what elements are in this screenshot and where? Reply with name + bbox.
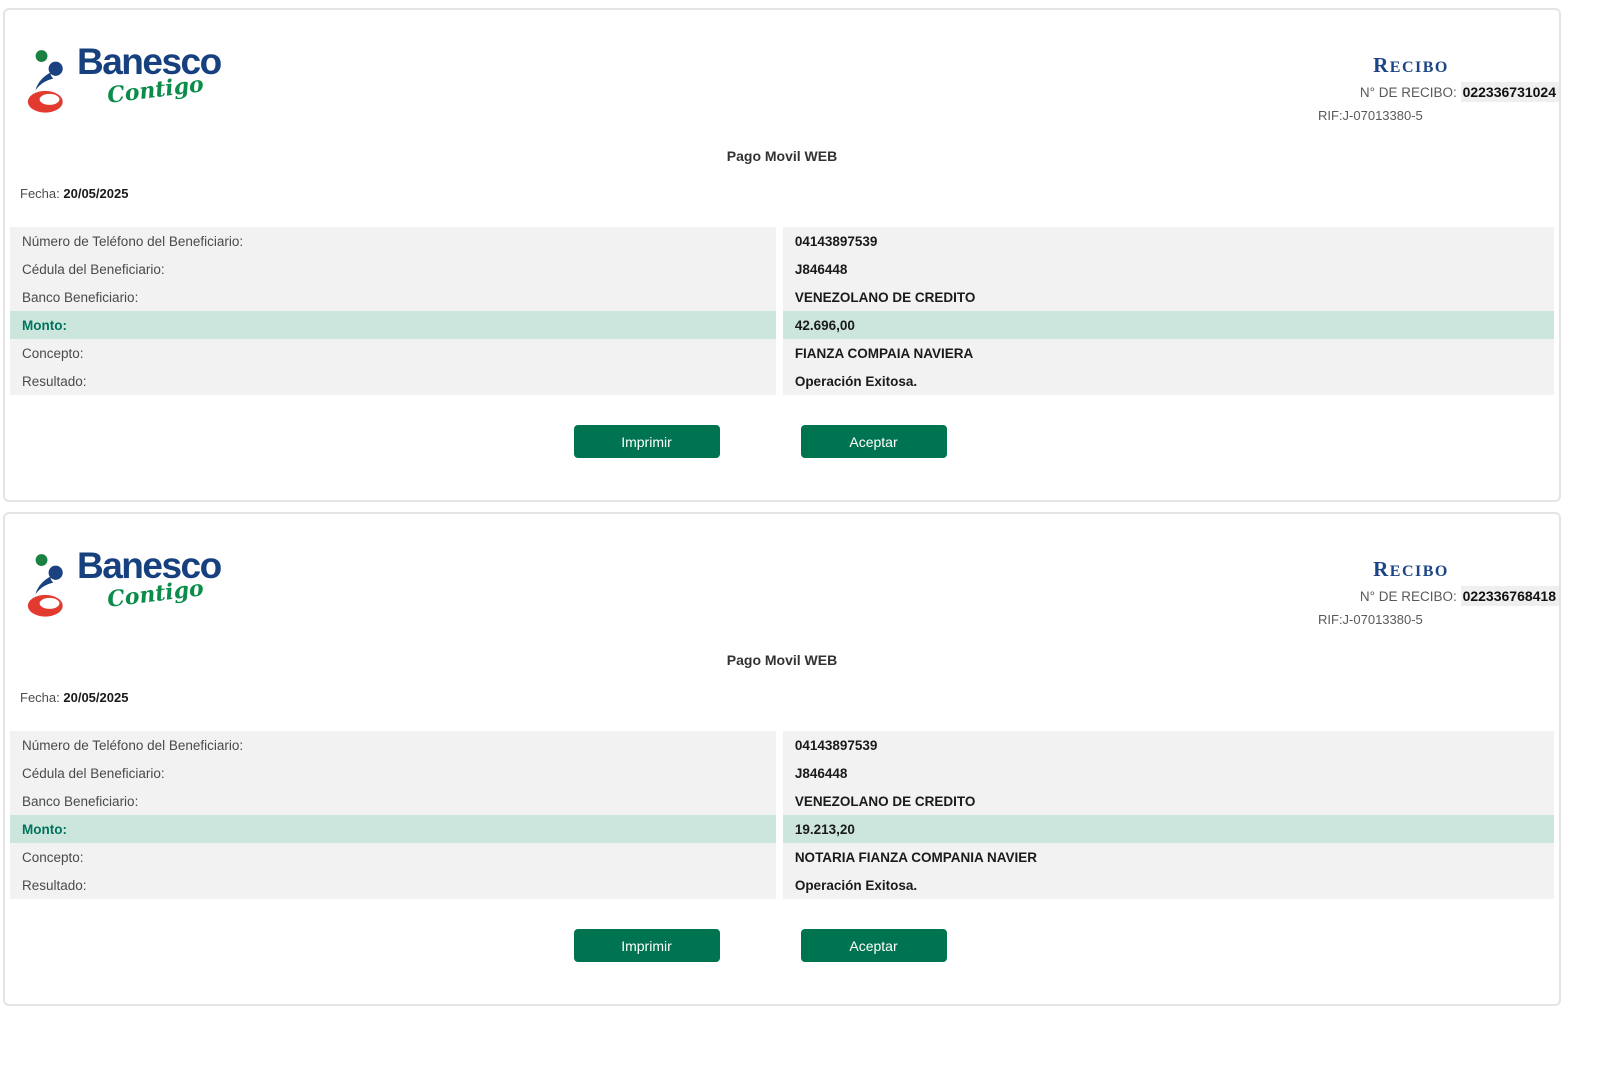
table-row-resultado: Resultado: Operación Exitosa. [10, 367, 1554, 395]
receipt-number-value: 022336768418 [1461, 586, 1559, 606]
row-value: 04143897539 [783, 731, 1554, 759]
receipt-header: Banesco Contigo RECIBO N° DE RECIBO: 022… [5, 514, 1559, 626]
banesco-logo-icon [27, 48, 73, 114]
table-row-banco: Banco Beneficiario: VENEZOLANO DE CREDIT… [10, 283, 1554, 311]
row-label: Número de Teléfono del Beneficiario: [10, 731, 776, 759]
row-label: Cédula del Beneficiario: [10, 759, 776, 787]
receipt-card-2: Banesco Contigo RECIBO N° DE RECIBO: 022… [3, 512, 1561, 1006]
row-label: Concepto: [10, 843, 776, 871]
rif: RIF:J-07013380-5 [1318, 107, 1559, 124]
date-value: 20/05/2025 [63, 690, 128, 705]
row-label: Número de Teléfono del Beneficiario: [10, 227, 776, 255]
row-label: Concepto: [10, 339, 776, 367]
aceptar-button[interactable]: Aceptar [801, 425, 947, 458]
receipt-number-label: N° DE RECIBO: [1360, 589, 1457, 604]
row-label: Monto: [10, 311, 776, 339]
row-label: Cédula del Beneficiario: [10, 255, 776, 283]
receipt-number-line: N° DE RECIBO: 022336768418 [1318, 587, 1559, 606]
table-row-cedula: Cédula del Beneficiario: J846448 [10, 255, 1554, 283]
recibo-title: RECIBO [1318, 558, 1559, 583]
date-label: Fecha: [20, 186, 60, 201]
table-row-monto: Monto: 42.696,00 [10, 311, 1554, 339]
banesco-logo-icon [27, 552, 73, 618]
table-row-resultado: Resultado: Operación Exitosa. [10, 871, 1554, 899]
aceptar-button[interactable]: Aceptar [801, 929, 947, 962]
row-label: Banco Beneficiario: [10, 787, 776, 815]
row-value: 42.696,00 [783, 311, 1554, 339]
receipt-number-label: N° DE RECIBO: [1360, 85, 1457, 100]
receipt-info: RECIBO N° DE RECIBO: 022336768418 RIF:J-… [1318, 548, 1559, 628]
receipt-header: Banesco Contigo RECIBO N° DE RECIBO: 022… [5, 10, 1559, 122]
imprimir-button[interactable]: Imprimir [574, 929, 720, 962]
row-label: Resultado: [10, 871, 776, 899]
receipt-table: Número de Teléfono del Beneficiario: 041… [10, 731, 1554, 899]
imprimir-button[interactable]: Imprimir [574, 425, 720, 458]
table-row-concepto: Concepto: FIANZA COMPAIA NAVIERA [10, 339, 1554, 367]
row-value: FIANZA COMPAIA NAVIERA [783, 339, 1554, 367]
row-value: J846448 [783, 255, 1554, 283]
receipt-number-line: N° DE RECIBO: 022336731024 [1318, 83, 1559, 102]
rif: RIF:J-07013380-5 [1318, 611, 1559, 628]
date-line: Fecha: 20/05/2025 [20, 186, 1559, 201]
row-value: Operación Exitosa. [783, 871, 1554, 899]
date-value: 20/05/2025 [63, 186, 128, 201]
row-value: 19.213,20 [783, 815, 1554, 843]
row-label: Banco Beneficiario: [10, 283, 776, 311]
actions-bar: Imprimir Aceptar [5, 425, 1559, 500]
table-row-banco: Banco Beneficiario: VENEZOLANO DE CREDIT… [10, 787, 1554, 815]
row-label: Monto: [10, 815, 776, 843]
banesco-logo: Banesco Contigo [27, 548, 221, 618]
table-row-phone: Número de Teléfono del Beneficiario: 041… [10, 227, 1554, 255]
row-value: Operación Exitosa. [783, 367, 1554, 395]
date-label: Fecha: [20, 690, 60, 705]
table-row-cedula: Cédula del Beneficiario: J846448 [10, 759, 1554, 787]
page-title: Pago Movil WEB [5, 148, 1559, 164]
table-row-phone: Número de Teléfono del Beneficiario: 041… [10, 731, 1554, 759]
row-value: VENEZOLANO DE CREDITO [783, 283, 1554, 311]
receipt-table: Número de Teléfono del Beneficiario: 041… [10, 227, 1554, 395]
recibo-title: RECIBO [1318, 54, 1559, 79]
row-value: J846448 [783, 759, 1554, 787]
banesco-logo: Banesco Contigo [27, 44, 221, 114]
receipt-info: RECIBO N° DE RECIBO: 022336731024 RIF:J-… [1318, 44, 1559, 124]
row-value: 04143897539 [783, 227, 1554, 255]
date-line: Fecha: 20/05/2025 [20, 690, 1559, 705]
row-value: NOTARIA FIANZA COMPANIA NAVIER [783, 843, 1554, 871]
row-label: Resultado: [10, 367, 776, 395]
row-value: VENEZOLANO DE CREDITO [783, 787, 1554, 815]
receipt-card-1: Banesco Contigo RECIBO N° DE RECIBO: 022… [3, 8, 1561, 502]
actions-bar: Imprimir Aceptar [5, 929, 1559, 1004]
receipt-number-value: 022336731024 [1461, 82, 1559, 102]
table-row-concepto: Concepto: NOTARIA FIANZA COMPANIA NAVIER [10, 843, 1554, 871]
page-title: Pago Movil WEB [5, 652, 1559, 668]
table-row-monto: Monto: 19.213,20 [10, 815, 1554, 843]
